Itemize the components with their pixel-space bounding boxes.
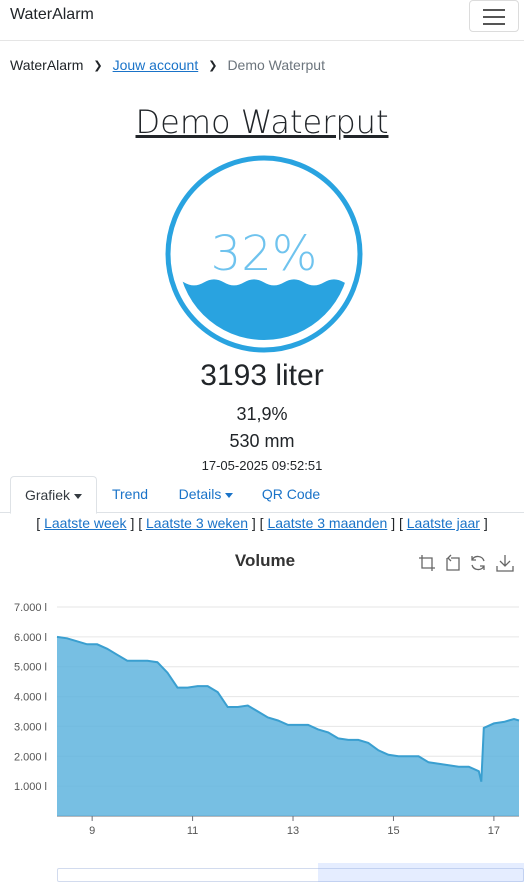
x-tick-label: 17 <box>488 825 500 837</box>
chevron-right-icon: ❯ <box>93 59 103 72</box>
fill-percent: 31,9% <box>236 404 288 424</box>
hamburger-icon-line <box>483 16 505 18</box>
navbar: WaterAlarm <box>0 0 524 41</box>
x-tick-label: 13 <box>287 825 299 837</box>
volume-chart: 1.000 l 2.000 l 3.000 l 4.000 l 5.000 l 6.000… <box>14 602 520 837</box>
tab-label: QR Code <box>261 486 321 502</box>
y-tick-label: 4.000 l <box>14 692 47 704</box>
tab-grafiek[interactable]: Grafiek <box>10 476 97 514</box>
menu-toggle-button[interactable] <box>469 0 519 32</box>
last-update-timestamp: 17-05-2025 09:52:51 <box>201 458 323 473</box>
y-tick-label: 5.000 l <box>14 662 47 674</box>
y-tick-label: 6.000 l <box>14 632 47 644</box>
breadcrumb: WaterAlarm ❯ Jouw account ❯ Demo Waterpu… <box>10 57 325 73</box>
x-tick-label: 9 <box>89 825 95 837</box>
y-tick-label: 2.000 l <box>14 751 47 763</box>
breadcrumb-home: WaterAlarm <box>10 57 84 73</box>
page-title: Demo Waterput <box>135 103 389 141</box>
brand-logo[interactable]: WaterAlarm <box>10 6 94 24</box>
y-tick-label: 3.000 l <box>14 721 47 733</box>
hamburger-icon <box>483 9 505 11</box>
tab-bar: Grafiek Trend Details QR Code <box>0 476 524 514</box>
tab-qr-code[interactable]: QR Code <box>252 476 330 513</box>
tab-trend[interactable]: Trend <box>100 476 160 513</box>
download-icon[interactable] <box>496 554 514 572</box>
y-tick-label: 7.000 l <box>14 602 47 614</box>
caret-down-icon <box>74 493 83 499</box>
y-tick-label: 1.000 l <box>14 781 47 793</box>
x-tick-label: 15 <box>387 825 399 837</box>
breadcrumb-current: Demo Waterput <box>227 57 325 73</box>
gauge-percent: 32% <box>210 226 318 282</box>
volume-liters: 3193 liter <box>200 359 324 392</box>
zoom-icon[interactable] <box>418 554 436 572</box>
breadcrumb-account-link[interactable]: Jouw account <box>113 57 199 73</box>
hamburger-icon-line <box>483 23 505 25</box>
range-last-3-weeks-link[interactable]: Laatste 3 weken <box>146 515 248 531</box>
data-zoom-handle[interactable] <box>318 863 524 882</box>
range-last-3-months-link[interactable]: Laatste 3 maanden <box>267 515 387 531</box>
tab-label: Details <box>178 486 222 502</box>
tab-label: Trend <box>111 486 149 502</box>
refresh-icon[interactable] <box>469 554 487 572</box>
tab-label: Grafiek <box>24 487 71 503</box>
range-links: [ Laatste week ] [ Laatste 3 weken ] [ L… <box>36 515 488 531</box>
zoom-reset-icon[interactable] <box>443 554 461 572</box>
water-level-mm: 530 mm <box>229 431 295 451</box>
tab-details[interactable]: Details <box>166 476 246 513</box>
x-tick-label: 11 <box>187 825 198 837</box>
caret-down-icon <box>225 492 234 498</box>
level-gauge: 32% <box>164 154 364 354</box>
chevron-right-icon: ❯ <box>208 59 218 72</box>
range-last-year-link[interactable]: Laatste jaar <box>407 515 480 531</box>
range-last-week-link[interactable]: Laatste week <box>44 515 127 531</box>
